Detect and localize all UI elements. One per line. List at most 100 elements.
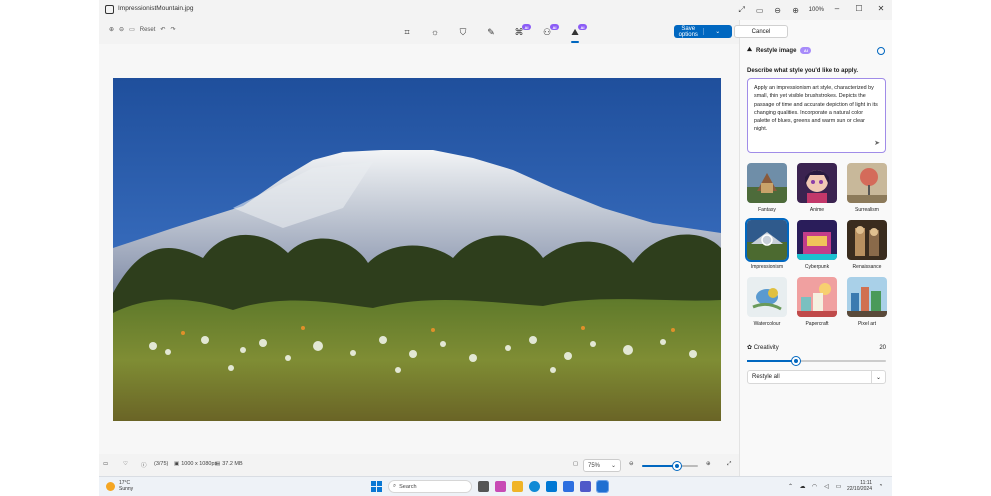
fit-icon[interactable]: ▭: [129, 26, 135, 33]
tool-restyle[interactable]: ⛰ AI: [561, 24, 589, 43]
zoom-select[interactable]: 75% ⌄: [583, 459, 621, 472]
prompt-label: Describe what style you'd like to apply.: [747, 68, 859, 74]
style-card[interactable]: Surrealism: [846, 163, 888, 214]
file-explorer-icon[interactable]: [512, 481, 523, 492]
prompt-textarea[interactable]: Apply an impressionism art style, charac…: [747, 78, 886, 153]
disk-icon: ▤: [215, 461, 221, 467]
style-card[interactable]: Fantasy: [746, 163, 788, 214]
creativity-label: Creativity: [753, 345, 779, 351]
zoom-slider-thumb[interactable]: [672, 462, 681, 470]
edit-tools: ⌗ ☼ ⛉ ✎ ⌘ AI ⚇ AI ⛰ AI: [393, 24, 589, 43]
undo-icon[interactable]: ↶: [160, 26, 165, 33]
volume-icon[interactable]: ◁: [823, 483, 830, 490]
tool-background[interactable]: ⚇ AI: [533, 24, 561, 40]
filmstrip-icon[interactable]: ▭: [103, 461, 108, 467]
zoom-out-icon[interactable]: ⊖: [629, 461, 634, 467]
zoom-slider[interactable]: [642, 462, 698, 470]
battery-icon[interactable]: ▭: [835, 483, 842, 490]
redo-icon[interactable]: ↷: [170, 26, 175, 33]
ai-badge: AI: [800, 47, 812, 54]
style-card[interactable]: Cyberpunk: [796, 220, 838, 271]
style-thumbnail[interactable]: [745, 218, 789, 262]
expand-icon[interactable]: ⤢: [735, 3, 749, 17]
style-label: Anime: [809, 207, 825, 213]
tool-filter[interactable]: ⛉: [449, 24, 477, 40]
style-thumbnail[interactable]: [797, 163, 837, 203]
save-options-button[interactable]: Save options ⌄: [674, 25, 732, 38]
style-thumbnail[interactable]: [797, 277, 837, 317]
zoom-slider-fill: [642, 465, 677, 467]
style-thumbnail[interactable]: [747, 277, 787, 317]
chevron-up-icon[interactable]: ⌃: [787, 483, 794, 490]
edited-photo[interactable]: [113, 78, 721, 421]
system-tray: ⌃ ☁ ◠ ◁ ▭ 11:11 22/10/2024 ◔: [787, 480, 884, 492]
store-icon[interactable]: [563, 481, 574, 492]
ai-badge: AI: [522, 24, 531, 30]
creativity-slider-thumb[interactable]: [791, 357, 800, 365]
style-label: Impressionism: [750, 264, 784, 270]
task-view-icon[interactable]: [478, 481, 489, 492]
file-size-text: 37.2 MB: [222, 461, 243, 467]
outlook-icon[interactable]: [546, 481, 557, 492]
favorite-icon[interactable]: ♡: [123, 461, 128, 467]
date: 22/10/2024: [846, 486, 872, 492]
weather-condition: Sunny: [119, 486, 134, 492]
style-card[interactable]: Pixel art: [846, 277, 888, 328]
style-card[interactable]: Impressionism: [745, 218, 789, 271]
image-icon[interactable]: ▭: [753, 3, 767, 17]
chevron-down-icon[interactable]: ⌄: [702, 28, 733, 35]
style-card[interactable]: Anime: [796, 163, 838, 214]
tool-markup[interactable]: ✎: [477, 24, 505, 40]
maximize-button[interactable]: ☐: [848, 0, 870, 16]
teams-icon[interactable]: [580, 481, 591, 492]
minimize-button[interactable]: –: [826, 0, 848, 16]
edit-toolbar: ⊕ ⊖ ▭ Reset ↶ ↷ ⌗ ☼ ⛉ ✎ ⌘ AI ⚇ AI ⛰ AI: [99, 20, 739, 43]
save-options-label: Save options: [678, 25, 698, 38]
windows-start-icon[interactable]: [371, 481, 382, 492]
tool-erase[interactable]: ⌘ AI: [505, 24, 533, 40]
tool-adjust[interactable]: ☼: [421, 24, 449, 40]
palette-icon: ✿: [747, 345, 753, 351]
style-label: Renaissance: [852, 264, 882, 270]
style-thumbnail[interactable]: [797, 220, 837, 260]
send-icon[interactable]: ➤: [874, 140, 880, 148]
zoom-in-icon[interactable]: ⊕: [789, 3, 803, 17]
copilot-icon[interactable]: [495, 481, 506, 492]
zoom-in-icon[interactable]: ⊕: [109, 26, 114, 33]
clock[interactable]: 11:11 22/10/2024: [847, 480, 872, 492]
edge-icon[interactable]: [529, 481, 540, 492]
zoom-out-icon[interactable]: ⊖: [119, 26, 124, 33]
style-thumbnail[interactable]: [847, 277, 887, 317]
prompt-text: Apply an impressionism art style, charac…: [754, 85, 878, 133]
taskbar-search[interactable]: ⌕ Search: [388, 480, 472, 493]
zoom-in-icon[interactable]: ⊕: [706, 461, 711, 467]
style-card[interactable]: Papercraft: [796, 277, 838, 328]
style-card[interactable]: Renaissance: [846, 220, 888, 271]
reset-button[interactable]: Reset: [140, 27, 156, 33]
cancel-button[interactable]: Cancel: [734, 25, 788, 38]
weather-widget[interactable]: 17°C Sunny: [106, 480, 133, 492]
info-icon[interactable]: [877, 47, 885, 55]
style-label: Surrealism: [855, 207, 879, 213]
zoom-out-icon[interactable]: ⊖: [771, 3, 785, 17]
file-size: ▤ 37.2 MB: [215, 461, 243, 467]
close-button[interactable]: ✕: [870, 0, 892, 16]
photos-icon[interactable]: [596, 480, 609, 493]
restyle-all-button[interactable]: Restyle all ⌄: [747, 370, 886, 384]
fullscreen-icon[interactable]: ⤢: [727, 461, 731, 468]
style-thumbnail[interactable]: [847, 220, 887, 260]
image-canvas: [99, 44, 739, 454]
info-icon[interactable]: ⓘ: [141, 461, 147, 469]
creativity-slider[interactable]: [747, 357, 886, 365]
onedrive-icon[interactable]: ☁: [799, 483, 806, 490]
chevron-down-icon[interactable]: ⌄: [871, 371, 885, 383]
tool-crop[interactable]: ⌗: [393, 24, 421, 40]
style-thumbnail[interactable]: [747, 163, 787, 203]
dimensions-text: 1000 x 1080px: [181, 461, 218, 467]
fit-window-icon[interactable]: ▢: [573, 461, 578, 467]
style-card[interactable]: Watercolour: [746, 277, 788, 328]
title-bar: ImpressionistMountain.jpg ⤢ ▭ ⊖ ⊕ 100% –…: [99, 0, 892, 20]
wifi-icon[interactable]: ◠: [811, 483, 818, 490]
notification-icon[interactable]: ◔: [877, 483, 884, 490]
style-thumbnail[interactable]: [847, 163, 887, 203]
